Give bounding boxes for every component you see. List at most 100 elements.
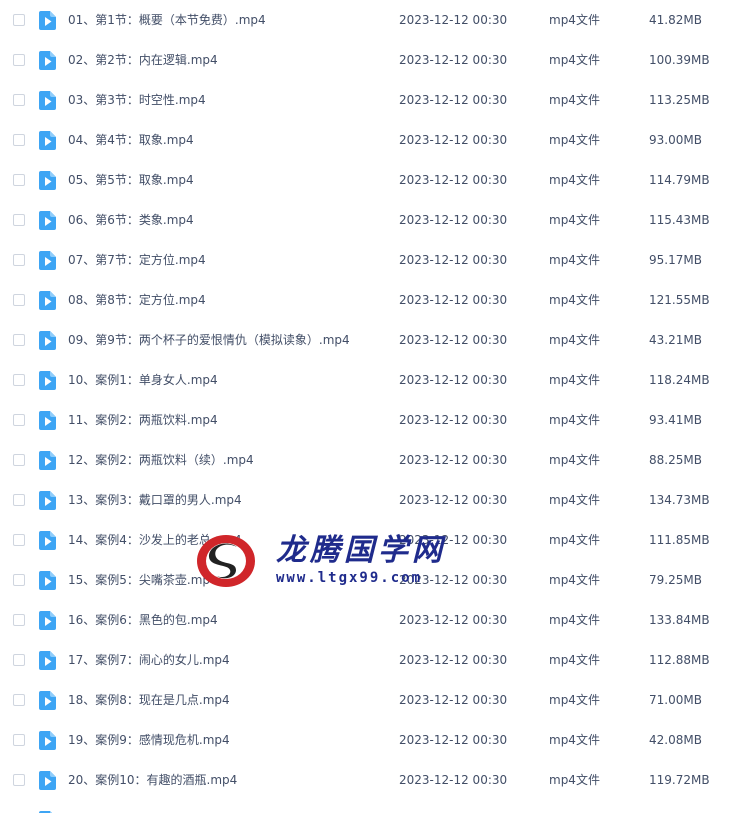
- file-name[interactable]: 20、案例10：有趣的酒瓶.mp4: [68, 760, 237, 800]
- mp4-file-icon: [39, 171, 56, 190]
- file-size: 113.25MB: [649, 93, 710, 107]
- row-checkbox[interactable]: [13, 14, 25, 26]
- file-row[interactable]: 19、案例9：感情现危机.mp4 2023-12-12 00:30 mp4文件 …: [0, 720, 750, 760]
- file-size: 134.73MB: [649, 493, 710, 507]
- file-modified-date: 2023-12-12 00:30: [399, 333, 508, 347]
- row-checkbox[interactable]: [13, 454, 25, 466]
- file-row[interactable]: 07、第7节：定方位.mp4 2023-12-12 00:30 mp4文件 95…: [0, 240, 750, 280]
- row-checkbox[interactable]: [13, 534, 25, 546]
- file-row[interactable]: 05、第5节：取象.mp4 2023-12-12 00:30 mp4文件 114…: [0, 160, 750, 200]
- file-type: mp4文件: [549, 653, 600, 667]
- row-checkbox[interactable]: [13, 734, 25, 746]
- row-checkbox[interactable]: [13, 254, 25, 266]
- file-name[interactable]: 14、案例4：沙发上的老总.mp4: [68, 520, 242, 560]
- file-size: 93.41MB: [649, 413, 702, 427]
- file-modified-date: 2023-12-12 00:30: [399, 573, 508, 587]
- file-name[interactable]: 13、案例3：戴口罩的男人.mp4: [68, 480, 242, 520]
- file-size: 95.17MB: [649, 253, 702, 267]
- file-row[interactable]: 16、案例6：黑色的包.mp4 2023-12-12 00:30 mp4文件 1…: [0, 600, 750, 640]
- row-checkbox[interactable]: [13, 54, 25, 66]
- file-row[interactable]: 11、案例2：两瓶饮料.mp4 2023-12-12 00:30 mp4文件 9…: [0, 400, 750, 440]
- file-size: 41.82MB: [649, 13, 702, 27]
- file-modified-date: 2023-12-12 00:30: [399, 133, 508, 147]
- row-checkbox[interactable]: [13, 414, 25, 426]
- file-name[interactable]: 15、案例5：尖嘴茶壶.mp4: [68, 560, 218, 600]
- file-name[interactable]: 09、第9节：两个杯子的爱恨情仇（模拟读象）.mp4: [68, 320, 350, 360]
- file-modified-date: 2023-12-12 00:30: [399, 693, 508, 707]
- file-row[interactable]: 09、第9节：两个杯子的爱恨情仇（模拟读象）.mp4 2023-12-12 00…: [0, 320, 750, 360]
- file-type: mp4文件: [549, 453, 600, 467]
- file-row[interactable]: 14、案例4：沙发上的老总.mp4 2023-12-12 00:30 mp4文件…: [0, 520, 750, 560]
- file-size: 100.39MB: [649, 53, 710, 67]
- file-name[interactable]: 08、第8节：定方位.mp4: [68, 280, 206, 320]
- row-checkbox[interactable]: [13, 374, 25, 386]
- row-checkbox[interactable]: [13, 494, 25, 506]
- file-name[interactable]: 02、第2节：内在逻辑.mp4: [68, 40, 218, 80]
- file-type: mp4文件: [549, 413, 600, 427]
- file-size: 111.85MB: [649, 533, 710, 547]
- row-checkbox[interactable]: [13, 214, 25, 226]
- file-row[interactable]: 15、案例5：尖嘴茶壶.mp4 2023-12-12 00:30 mp4文件 7…: [0, 560, 750, 600]
- file-type: mp4文件: [549, 173, 600, 187]
- file-name[interactable]: 07、第7节：定方位.mp4: [68, 240, 206, 280]
- file-row-partial[interactable]: [0, 800, 750, 813]
- file-name[interactable]: 06、第6节：类象.mp4: [68, 200, 194, 240]
- row-checkbox[interactable]: [13, 614, 25, 626]
- file-modified-date: 2023-12-12 00:30: [399, 453, 508, 467]
- file-type: mp4文件: [549, 213, 600, 227]
- file-row[interactable]: 06、第6节：类象.mp4 2023-12-12 00:30 mp4文件 115…: [0, 200, 750, 240]
- row-checkbox[interactable]: [13, 334, 25, 346]
- file-row[interactable]: 18、案例8：现在是几点.mp4 2023-12-12 00:30 mp4文件 …: [0, 680, 750, 720]
- file-name[interactable]: 12、案例2：两瓶饮料（续）.mp4: [68, 440, 254, 480]
- mp4-file-icon: [39, 11, 56, 30]
- mp4-file-icon: [39, 131, 56, 150]
- file-row[interactable]: 03、第3节：时空性.mp4 2023-12-12 00:30 mp4文件 11…: [0, 80, 750, 120]
- file-row[interactable]: 02、第2节：内在逻辑.mp4 2023-12-12 00:30 mp4文件 1…: [0, 40, 750, 80]
- file-size: 133.84MB: [649, 613, 710, 627]
- mp4-file-icon: [39, 451, 56, 470]
- mp4-file-icon: [39, 331, 56, 350]
- file-modified-date: 2023-12-12 00:30: [399, 53, 508, 67]
- file-modified-date: 2023-12-12 00:30: [399, 533, 508, 547]
- mp4-file-icon: [39, 571, 56, 590]
- file-row[interactable]: 08、第8节：定方位.mp4 2023-12-12 00:30 mp4文件 12…: [0, 280, 750, 320]
- file-name[interactable]: 05、第5节：取象.mp4: [68, 160, 194, 200]
- file-row[interactable]: 20、案例10：有趣的酒瓶.mp4 2023-12-12 00:30 mp4文件…: [0, 760, 750, 800]
- file-size: 115.43MB: [649, 213, 710, 227]
- row-checkbox[interactable]: [13, 94, 25, 106]
- file-type: mp4文件: [549, 253, 600, 267]
- row-checkbox[interactable]: [13, 694, 25, 706]
- row-checkbox[interactable]: [13, 654, 25, 666]
- file-name[interactable]: 01、第1节：概要（本节免费）.mp4: [68, 0, 266, 40]
- file-name[interactable]: 03、第3节：时空性.mp4: [68, 80, 206, 120]
- file-row[interactable]: 04、第4节：取象.mp4 2023-12-12 00:30 mp4文件 93.…: [0, 120, 750, 160]
- mp4-file-icon: [39, 371, 56, 390]
- file-name[interactable]: 18、案例8：现在是几点.mp4: [68, 680, 230, 720]
- file-size: 43.21MB: [649, 333, 702, 347]
- file-name[interactable]: 16、案例6：黑色的包.mp4: [68, 600, 218, 640]
- mp4-file-icon: [39, 611, 56, 630]
- file-name[interactable]: 04、第4节：取象.mp4: [68, 120, 194, 160]
- file-type: mp4文件: [549, 13, 600, 27]
- file-row[interactable]: 10、案例1：单身女人.mp4 2023-12-12 00:30 mp4文件 1…: [0, 360, 750, 400]
- file-name[interactable]: 10、案例1：单身女人.mp4: [68, 360, 218, 400]
- file-row[interactable]: 13、案例3：戴口罩的男人.mp4 2023-12-12 00:30 mp4文件…: [0, 480, 750, 520]
- row-checkbox[interactable]: [13, 174, 25, 186]
- file-row[interactable]: 12、案例2：两瓶饮料（续）.mp4 2023-12-12 00:30 mp4文…: [0, 440, 750, 480]
- file-size: 121.55MB: [649, 293, 710, 307]
- row-checkbox[interactable]: [13, 574, 25, 586]
- file-name[interactable]: 17、案例7：闹心的女儿.mp4: [68, 640, 230, 680]
- file-modified-date: 2023-12-12 00:30: [399, 413, 508, 427]
- file-row[interactable]: 17、案例7：闹心的女儿.mp4 2023-12-12 00:30 mp4文件 …: [0, 640, 750, 680]
- row-checkbox[interactable]: [13, 294, 25, 306]
- file-size: 93.00MB: [649, 133, 702, 147]
- mp4-file-icon: [39, 731, 56, 750]
- row-checkbox[interactable]: [13, 774, 25, 786]
- row-checkbox[interactable]: [13, 134, 25, 146]
- file-name[interactable]: 11、案例2：两瓶饮料.mp4: [68, 400, 218, 440]
- file-type: mp4文件: [549, 53, 600, 67]
- file-size: 114.79MB: [649, 173, 710, 187]
- file-name[interactable]: 19、案例9：感情现危机.mp4: [68, 720, 230, 760]
- file-type: mp4文件: [549, 493, 600, 507]
- file-row[interactable]: 01、第1节：概要（本节免费）.mp4 2023-12-12 00:30 mp4…: [0, 0, 750, 40]
